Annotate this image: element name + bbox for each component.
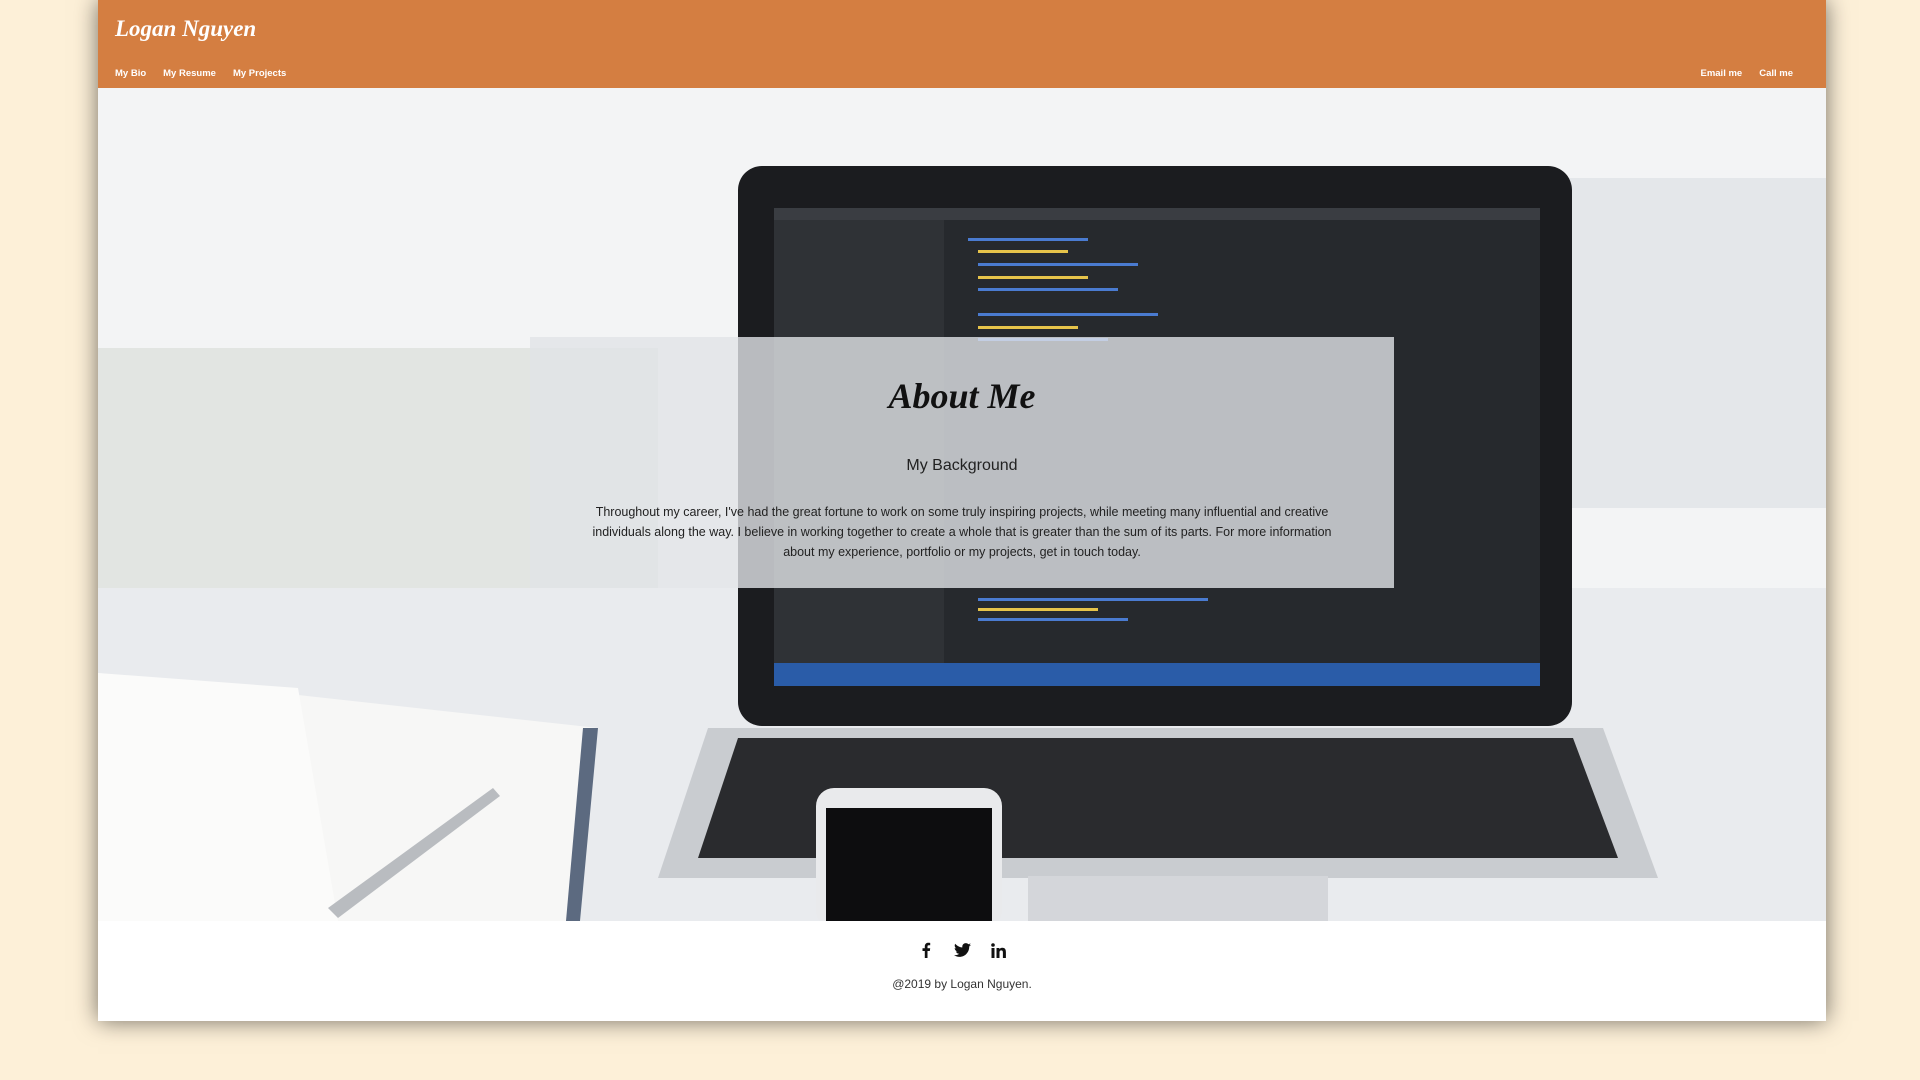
nav-link-my-resume[interactable]: My Resume	[163, 68, 216, 79]
nav-link-my-bio[interactable]: My Bio	[115, 68, 146, 79]
hero-background: About Me My Background Throughout my car…	[98, 88, 1826, 921]
about-card: About Me My Background Throughout my car…	[530, 337, 1394, 588]
nav-link-email-me[interactable]: Email me	[1700, 68, 1742, 79]
social-links	[98, 941, 1826, 959]
site-footer: @2019 by Logan Nguyen.	[98, 921, 1826, 1021]
site-brand[interactable]: Logan Nguyen	[115, 16, 256, 42]
nav-link-call-me[interactable]: Call me	[1759, 68, 1793, 79]
about-subtitle: My Background	[906, 457, 1018, 474]
linkedin-icon[interactable]	[989, 941, 1007, 959]
page-container: Logan Nguyen My Bio My Resume My Project…	[98, 0, 1826, 1021]
nav-link-my-projects[interactable]: My Projects	[233, 68, 286, 79]
copyright-text: @2019 by Logan Nguyen.	[892, 977, 1032, 991]
site-header: Logan Nguyen My Bio My Resume My Project…	[98, 0, 1826, 88]
nav-right: Email me Call me	[1700, 68, 1793, 79]
about-title: About Me	[888, 376, 1036, 416]
twitter-icon[interactable]	[953, 941, 971, 959]
nav-left: My Bio My Resume My Projects	[115, 68, 286, 79]
about-body: Throughout my career, I've had the great…	[592, 505, 1332, 559]
facebook-icon[interactable]	[917, 941, 935, 959]
